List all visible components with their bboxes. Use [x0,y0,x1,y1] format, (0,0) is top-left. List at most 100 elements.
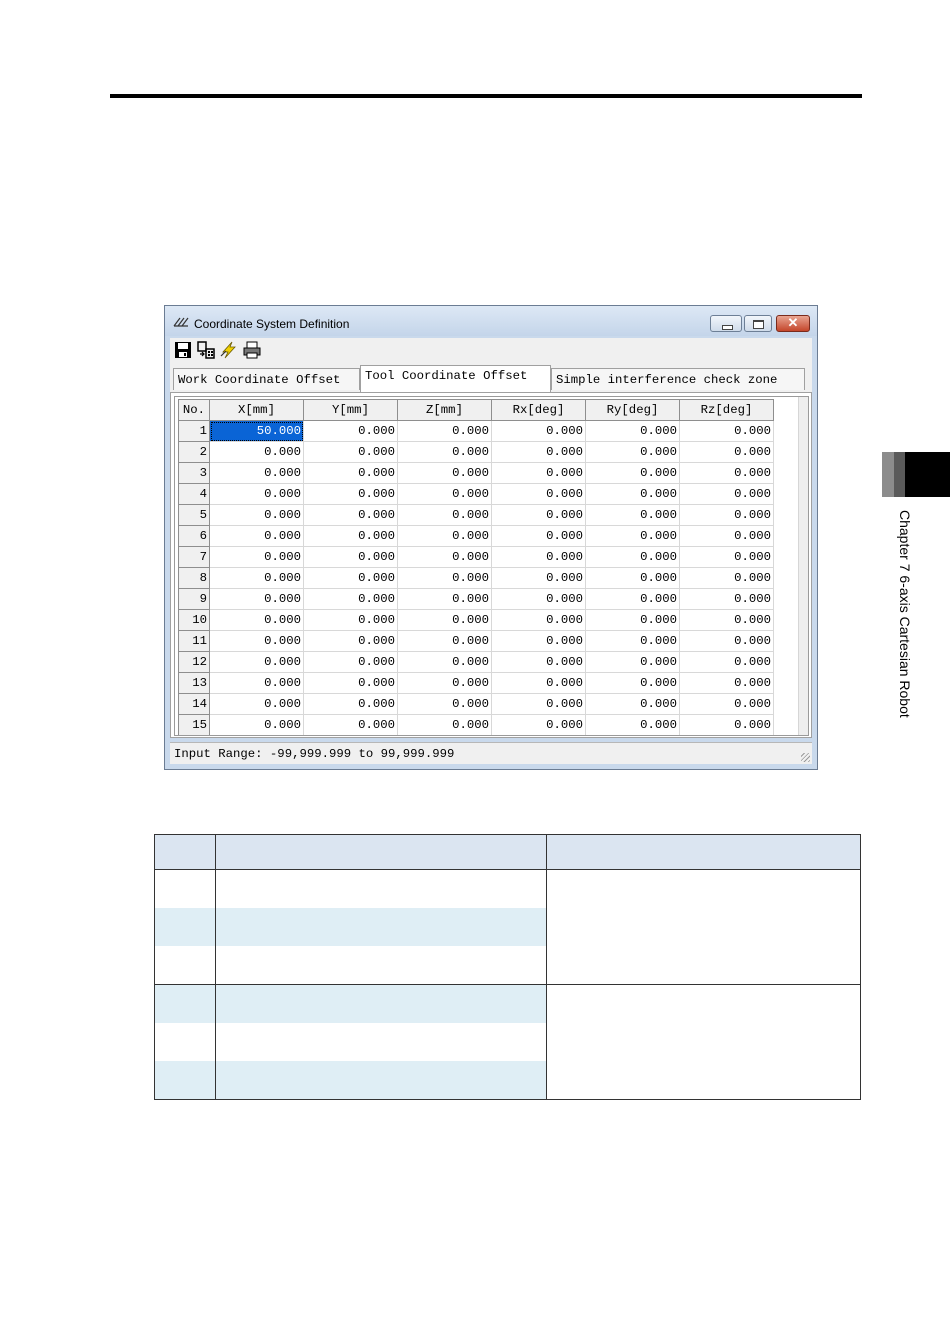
grid-cell[interactable]: 0.000 [397,588,492,610]
grid-cell[interactable]: 0.000 [397,462,492,484]
grid-cell[interactable]: 0.000 [585,441,680,463]
col-header-x[interactable]: X[mm] [209,399,304,421]
grid-cell[interactable]: 0.000 [209,504,304,526]
grid-cell[interactable]: 0.000 [491,588,586,610]
grid-cell[interactable]: 0.000 [303,714,398,735]
grid-cell[interactable]: 0.000 [209,672,304,694]
tab-tool-coordinate-offset[interactable]: Tool Coordinate Offset [360,365,551,392]
grid-cell[interactable]: 0.000 [491,693,586,715]
tab-work-coordinate-offset[interactable]: Work Coordinate Offset [173,368,360,390]
grid-cell[interactable]: 0.000 [397,525,492,547]
grid-cell[interactable]: 0.000 [303,630,398,652]
grid-cell[interactable]: 0.000 [679,588,774,610]
row-number[interactable]: 5 [178,504,210,526]
grid-cell[interactable]: 0.000 [209,546,304,568]
grid-cell[interactable]: 0.000 [679,441,774,463]
row-number[interactable]: 12 [178,651,210,673]
grid-cell[interactable]: 0.000 [303,546,398,568]
maximize-button[interactable] [744,315,772,332]
close-button[interactable]: ✕ [776,315,810,332]
grid-cell[interactable]: 0.000 [397,651,492,673]
row-number[interactable]: 1 [178,420,210,442]
grid-cell[interactable]: 0.000 [491,462,586,484]
grid-cell[interactable]: 0.000 [209,462,304,484]
row-number[interactable]: 2 [178,441,210,463]
col-header-no[interactable]: No. [178,399,210,421]
grid-cell[interactable]: 0.000 [397,567,492,589]
lightning-icon[interactable] [220,341,238,359]
grid-cell[interactable]: 0.000 [303,693,398,715]
grid-cell[interactable]: 0.000 [679,693,774,715]
grid-cell[interactable]: 0.000 [491,420,586,442]
save-icon[interactable] [174,341,192,359]
transfer-icon[interactable] [197,341,215,359]
grid-cell[interactable]: 0.000 [585,462,680,484]
grid-cell[interactable]: 0.000 [397,714,492,735]
grid-cell[interactable]: 0.000 [491,441,586,463]
grid-cell[interactable]: 0.000 [491,651,586,673]
grid-cell[interactable]: 0.000 [397,504,492,526]
row-number[interactable]: 15 [178,714,210,735]
grid-cell[interactable]: 0.000 [303,483,398,505]
grid-cell[interactable]: 0.000 [397,420,492,442]
minimize-button[interactable] [710,315,742,332]
row-number[interactable]: 13 [178,672,210,694]
grid-cell[interactable]: 0.000 [397,546,492,568]
grid-cell[interactable]: 0.000 [679,420,774,442]
grid-cell[interactable]: 0.000 [585,609,680,631]
resize-grip-icon[interactable] [801,753,810,762]
grid-cell[interactable]: 0.000 [209,630,304,652]
grid-cell[interactable]: 0.000 [679,630,774,652]
grid-cell[interactable]: 0.000 [209,651,304,673]
grid-cell[interactable]: 0.000 [397,483,492,505]
grid-cell[interactable]: 0.000 [209,441,304,463]
vertical-scrollbar[interactable] [798,397,808,735]
grid-cell[interactable]: 0.000 [585,483,680,505]
col-header-rz[interactable]: Rz[deg] [679,399,774,421]
row-number[interactable]: 8 [178,567,210,589]
grid-cell[interactable]: 0.000 [397,630,492,652]
grid-cell[interactable]: 0.000 [491,609,586,631]
grid-cell[interactable]: 0.000 [679,714,774,735]
row-number[interactable]: 6 [178,525,210,547]
grid-cell[interactable]: 0.000 [679,462,774,484]
grid-cell[interactable]: 0.000 [491,504,586,526]
row-number[interactable]: 10 [178,609,210,631]
grid-cell[interactable]: 0.000 [491,483,586,505]
grid-cell[interactable]: 0.000 [397,693,492,715]
grid-cell[interactable]: 0.000 [585,420,680,442]
grid-cell[interactable]: 0.000 [491,567,586,589]
grid-cell[interactable]: 0.000 [491,630,586,652]
grid-cell[interactable]: 0.000 [679,651,774,673]
row-number[interactable]: 7 [178,546,210,568]
grid-cell[interactable]: 0.000 [585,588,680,610]
grid-cell[interactable]: 0.000 [585,567,680,589]
grid-cell[interactable]: 0.000 [209,588,304,610]
grid-cell[interactable]: 0.000 [209,567,304,589]
grid-cell[interactable]: 0.000 [303,588,398,610]
grid-cell[interactable]: 0.000 [397,672,492,694]
grid-cell[interactable]: 0.000 [209,483,304,505]
grid-cell[interactable]: 0.000 [209,609,304,631]
grid-cell[interactable]: 0.000 [585,672,680,694]
print-icon[interactable] [243,341,261,359]
grid-cell[interactable]: 0.000 [397,609,492,631]
grid-cell[interactable]: 0.000 [679,609,774,631]
grid-cell[interactable]: 0.000 [303,420,398,442]
grid-cell[interactable]: 0.000 [209,693,304,715]
grid-cell[interactable]: 0.000 [585,546,680,568]
row-number[interactable]: 4 [178,483,210,505]
grid-cell[interactable]: 0.000 [491,714,586,735]
grid-cell[interactable]: 0.000 [209,525,304,547]
col-header-rx[interactable]: Rx[deg] [491,399,586,421]
grid-cell[interactable]: 0.000 [303,672,398,694]
grid-cell[interactable]: 0.000 [491,525,586,547]
grid-cell[interactable]: 0.000 [585,504,680,526]
grid-cell[interactable]: 0.000 [585,651,680,673]
grid-cell[interactable]: 0.000 [679,504,774,526]
grid-cell[interactable]: 50.000 [209,420,304,442]
grid-cell[interactable]: 0.000 [585,525,680,547]
grid-cell[interactable]: 0.000 [303,525,398,547]
grid-cell[interactable]: 0.000 [679,483,774,505]
grid-cell[interactable]: 0.000 [303,504,398,526]
